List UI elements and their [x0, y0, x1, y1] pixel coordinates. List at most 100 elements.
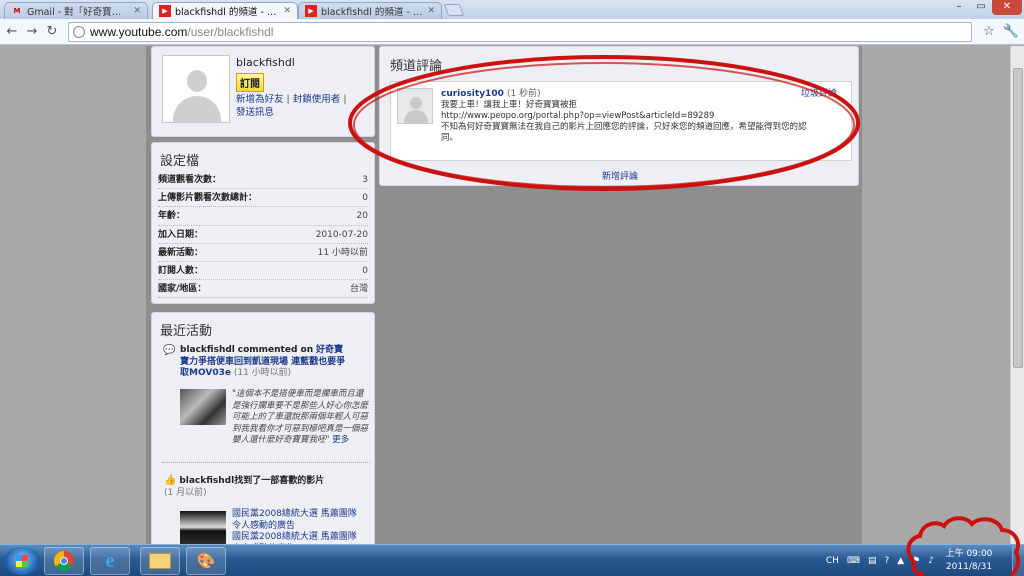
stat-value: 3: [362, 175, 368, 185]
subscribe-button[interactable]: 訂閱: [236, 73, 264, 92]
comment-quote: "這個本不是搭便車而是攔車而且還是強行攔車要不是那些人好心你怎麼可能上的了車還說…: [182, 389, 368, 447]
comment-line: 不知為何好奇寶寶無法在我自己的影片上回應您的評論，只好來您的頻道回應，希望能得到…: [441, 122, 807, 143]
stat-value: 2010-07-20: [315, 229, 368, 240]
close-icon[interactable]: ✕: [133, 6, 141, 16]
liked-video: 國民黨2008總統大選 馬蕭團隊 令人感動的廣告 國民黨2008總統大選 馬蕭團…: [232, 509, 368, 544]
close-icon[interactable]: ✕: [427, 6, 435, 16]
clock-time: 上午 09:00: [945, 549, 993, 559]
liked-video-link-2[interactable]: 國民黨2008總統大選 馬蕭團隊 令人感動的廣告: [232, 532, 357, 544]
activity-user[interactable]: blackfishdl: [180, 345, 235, 355]
send-message-link[interactable]: 發送訊息: [236, 107, 274, 118]
activity-item: 👍 blackfishdl找到了一部喜歡的影片 (1 月以前) 國民黨2008總…: [162, 473, 370, 544]
maximize-button[interactable]: ▭: [970, 0, 992, 15]
help-icon[interactable]: ?: [884, 556, 889, 566]
profile-username: blackfishdl: [236, 56, 295, 69]
stat-row: 訂閱人數： 0: [158, 262, 368, 281]
stats-title: 設定檔: [160, 154, 200, 169]
tab-title: blackfishdl 的頻道 - YouTu: [175, 7, 279, 18]
system-tray: CH ⌨ ▤ ? ▲ ⚑ ♪ 上午 09:00 2011/8/31: [826, 545, 1024, 576]
stat-label: 上傳影片觀看次數總計：: [158, 193, 258, 204]
tab-youtube-active[interactable]: ▶ blackfishdl 的頻道 - YouTu ✕: [152, 2, 298, 19]
activity-title: 最近活動: [160, 324, 213, 339]
tab-strip: M Gmail - 對「好奇寶寶力爭」 ✕ ▶ blackfishdl 的頻道 …: [0, 0, 1024, 19]
comments-title: 頻道評論: [390, 59, 443, 74]
comment-body: 我要上車！讓我上車！好奇寶寶被拒 http://www.peopo.org/po…: [441, 100, 821, 144]
liked-video-link[interactable]: 國民黨2008總統大選 馬蕭團隊 令人感動的廣告: [232, 509, 357, 531]
comment-line: 我要上車！讓我上車！好奇寶寶被拒: [441, 100, 578, 110]
language-indicator[interactable]: CH: [826, 556, 839, 566]
activity-headline: 💬 blackfishdl commented on 好奇寶寶力爭搭便車回到凱道…: [163, 345, 350, 380]
keyboard-icon[interactable]: ⌨: [847, 556, 860, 566]
address-bar[interactable]: www.youtube.com/user/blackfishdl: [68, 22, 972, 42]
show-desktop-button[interactable]: [1012, 545, 1024, 576]
page-scrollbar[interactable]: [1010, 46, 1024, 544]
stat-row: 國家/地區： 台灣: [158, 280, 368, 299]
comment-time: (1 秒前): [507, 89, 541, 99]
flag-icon[interactable]: ⚑: [912, 556, 920, 566]
close-icon[interactable]: ✕: [283, 6, 291, 16]
start-button[interactable]: [4, 547, 40, 575]
commenter-avatar[interactable]: [397, 88, 433, 124]
add-friend-link[interactable]: 新增為好友: [236, 94, 284, 105]
activity-user[interactable]: blackfishdl: [179, 476, 234, 486]
clock[interactable]: 上午 09:00 2011/8/31: [942, 548, 996, 574]
volume-icon[interactable]: ♪: [928, 556, 934, 566]
new-tab-button[interactable]: [443, 4, 465, 16]
clock-date: 2011/8/31: [945, 562, 993, 572]
profile-box: blackfishdl 訂閱 新增為好友 | 封鎖使用者 | 發送訊息: [151, 46, 375, 137]
stat-row: 加入日期： 2010-07-20: [158, 226, 368, 244]
star-icon[interactable]: ☆: [980, 22, 998, 42]
minimize-button[interactable]: –: [948, 0, 970, 15]
reload-icon[interactable]: ↻: [42, 22, 62, 42]
tray-expand-icon[interactable]: ▲: [897, 556, 904, 566]
comment-url[interactable]: http://www.peopo.org/portal.php?op=viewP…: [441, 111, 821, 122]
paint-icon[interactable]: 🎨: [186, 547, 226, 575]
internet-explorer-icon[interactable]: e: [90, 547, 130, 575]
add-comment-link[interactable]: 新增評論: [602, 169, 638, 182]
link-separator: |: [343, 94, 347, 105]
activity-verb: commented on: [237, 345, 314, 355]
url-path: /user/blackfishdl: [187, 25, 274, 39]
forward-icon[interactable]: →: [22, 22, 42, 42]
youtube-icon: ▶: [305, 5, 317, 17]
window-controls: – ▭ ✕: [948, 0, 1022, 15]
stat-label: 頻道觀看次數：: [158, 175, 222, 185]
network-icon[interactable]: ▤: [868, 556, 877, 566]
link-separator: |: [286, 94, 290, 105]
tab-title: blackfishdl 的頻道 - YouTu: [321, 7, 424, 18]
avatar[interactable]: [162, 55, 230, 123]
back-icon[interactable]: ←: [2, 22, 22, 42]
activity-time: (11 小時以前): [233, 368, 292, 378]
block-user-link[interactable]: 封鎖使用者: [293, 94, 341, 105]
url-host: www.youtube.com: [90, 25, 188, 39]
activity-verb: 找到了一部喜歡的影片: [234, 476, 325, 486]
stat-value: 0: [362, 193, 368, 204]
stat-label: 國家/地區：: [158, 284, 207, 295]
comment-icon: 💬: [163, 345, 176, 356]
close-window-button[interactable]: ✕: [992, 0, 1022, 15]
page-content: blackfishdl 訂閱 新增為好友 | 封鎖使用者 | 發送訊息 設定檔 …: [0, 46, 1024, 544]
scrollbar-thumb[interactable]: [1013, 68, 1023, 368]
stat-label: 加入日期：: [158, 229, 204, 240]
youtube-icon: ▶: [159, 5, 171, 17]
stat-value: 0: [362, 265, 368, 276]
spam-link[interactable]: 垃圾評論: [801, 86, 837, 99]
stat-row: 上傳影片觀看次數總計： 0: [158, 189, 368, 208]
tab-youtube[interactable]: ▶ blackfishdl 的頻道 - YouTu ✕: [298, 2, 442, 19]
comment-author[interactable]: curiosity100 (1 秒前): [441, 86, 541, 99]
channel-comments-box: 頻道評論 curiosity100 (1 秒前) 垃圾評論 我要上車！讓我上車！…: [379, 46, 859, 186]
stat-row: 最新活動： 11 小時以前: [158, 244, 368, 262]
stat-label: 年齡：: [158, 211, 186, 222]
comment-item: curiosity100 (1 秒前) 垃圾評論 我要上車！讓我上車！好奇寶寶被…: [390, 81, 852, 161]
chrome-icon[interactable]: [44, 547, 84, 575]
more-link[interactable]: 更多: [332, 435, 349, 445]
comment-author-name[interactable]: curiosity100: [441, 89, 504, 99]
globe-icon: [73, 26, 85, 38]
stat-value: 台灣: [349, 284, 368, 295]
tab-title: Gmail - 對「好奇寶寶力爭」: [27, 7, 129, 18]
folder-icon[interactable]: [140, 547, 180, 575]
stat-row: 頻道觀看次數： 3: [158, 171, 368, 190]
wrench-icon[interactable]: 🔧: [1002, 22, 1020, 42]
tab-gmail[interactable]: M Gmail - 對「好奇寶寶力爭」 ✕: [4, 2, 148, 19]
video-thumbnail[interactable]: [180, 511, 226, 544]
